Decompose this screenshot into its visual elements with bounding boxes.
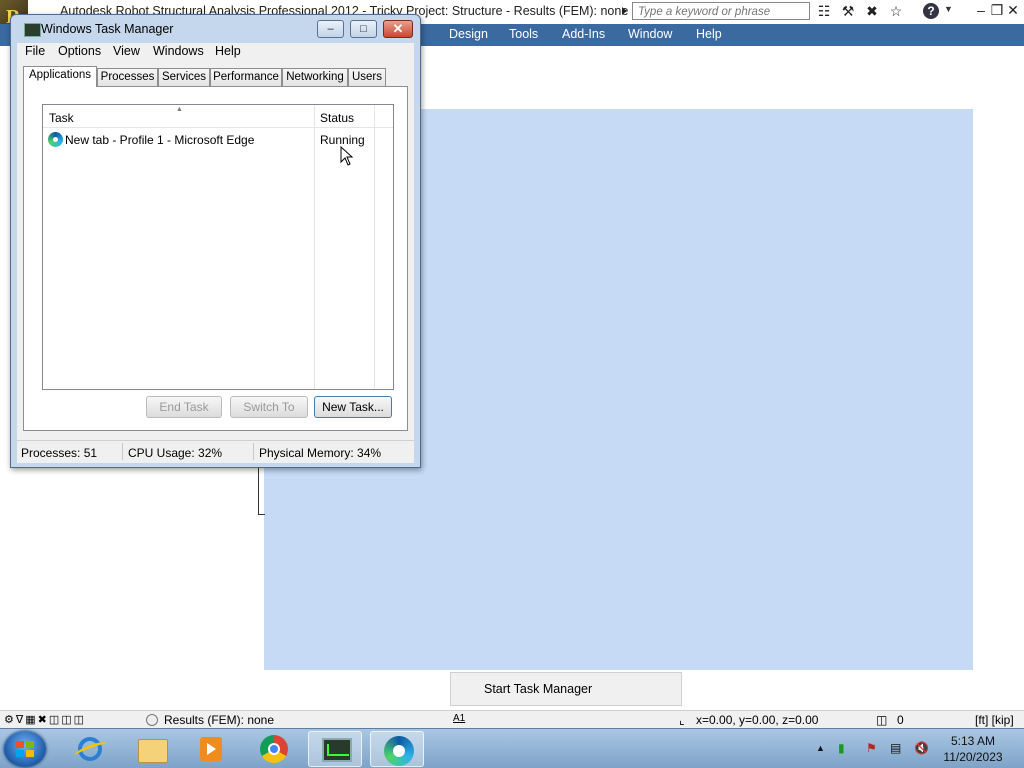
viewport-frame — [258, 466, 265, 515]
internet-explorer-icon — [78, 737, 102, 761]
media-player-icon — [200, 737, 222, 761]
task-manager-title: Windows Task Manager — [41, 22, 174, 36]
task-manager-titlebar[interactable]: Windows Task Manager – □ ✕ — [11, 15, 420, 43]
robot-status-bar: ⚙∇▦✖◫◫◫ Results (FEM): none A1 ⌞ x=0.00,… — [0, 710, 1024, 728]
task-manager-body: File Options View Windows Help Applicati… — [17, 43, 414, 463]
mouse-cursor-icon — [340, 146, 354, 166]
menu-window[interactable]: Window — [628, 27, 672, 41]
taskbar-edge[interactable] — [370, 731, 424, 767]
menu-add-ins[interactable]: Add-Ins — [562, 27, 605, 41]
tm-menu-file[interactable]: File — [25, 44, 45, 58]
status-separator — [122, 443, 123, 460]
star-icon[interactable]: ☆ — [887, 3, 905, 20]
clock[interactable]: 5:13 AM 11/20/2023 — [940, 733, 1006, 765]
tm-minimize-button[interactable]: – — [317, 20, 344, 38]
row-task-name: New tab - Profile 1 - Microsoft Edge — [65, 133, 255, 147]
tab-services[interactable]: Services — [158, 68, 210, 86]
new-task-button[interactable]: New Task... — [314, 396, 392, 418]
menu-help[interactable]: Help — [696, 27, 722, 41]
snap-icon[interactable]: ◫ — [876, 713, 887, 727]
row-status: Running — [320, 133, 365, 147]
minimize-icon[interactable]: – — [974, 2, 988, 18]
switch-to-button[interactable]: Switch To — [230, 396, 308, 418]
zero-value: 0 — [897, 713, 904, 727]
taskbar-task-manager[interactable] — [308, 731, 362, 767]
task-list-header: ▲ Task Status — [43, 105, 393, 128]
clock-time: 5:13 AM — [950, 734, 996, 748]
tm-menu-windows[interactable]: Windows — [153, 44, 204, 58]
search-input[interactable] — [636, 4, 810, 20]
taskbar-media-player[interactable] — [184, 731, 238, 767]
taskbar: ▲ ▮ ⚑ ▤ 🔇 5:13 AM 11/20/2023 — [0, 728, 1024, 768]
taskbar-chrome[interactable] — [246, 731, 300, 767]
tab-networking[interactable]: Networking — [282, 68, 348, 86]
results-radio[interactable] — [146, 714, 158, 726]
tm-menu-bar: File Options View Windows Help — [17, 43, 414, 61]
units-label[interactable]: [ft] [kip] — [975, 713, 1014, 727]
tm-status-bar: Processes: 51 CPU Usage: 32% Physical Me… — [17, 440, 414, 463]
task-manager-icon — [24, 23, 41, 37]
network-activity-icon[interactable]: ▮ — [838, 741, 845, 755]
start-task-manager-item[interactable]: Start Task Manager — [450, 672, 682, 706]
tab-processes[interactable]: Processes — [97, 68, 158, 86]
tm-close-button[interactable]: ✕ — [383, 20, 413, 38]
help-icon[interactable]: ? — [923, 3, 939, 19]
edge-icon — [384, 736, 414, 766]
network-icon[interactable]: ▤ — [890, 741, 901, 755]
action-center-icon[interactable]: ⚑ — [866, 741, 877, 755]
show-hidden-icons-icon[interactable]: ▲ — [816, 743, 825, 753]
clock-date: 11/20/2023 — [943, 750, 1003, 764]
search-expand-icon[interactable] — [622, 7, 627, 15]
column-task[interactable]: Task — [49, 111, 74, 125]
chevron-down-icon[interactable]: ▼ — [944, 4, 953, 14]
taskbar-file-explorer[interactable] — [124, 731, 178, 767]
physical-memory: Physical Memory: 34% — [259, 446, 382, 460]
menu-tools[interactable]: Tools — [509, 27, 538, 41]
end-task-button[interactable]: End Task — [146, 396, 222, 418]
taskbar-internet-explorer[interactable] — [62, 731, 116, 767]
column-status[interactable]: Status — [320, 111, 354, 125]
file-explorer-icon — [138, 739, 168, 763]
chrome-icon — [260, 735, 288, 763]
sort-arrow-icon: ▲ — [176, 106, 183, 113]
restore-icon[interactable]: ❐ — [990, 2, 1004, 19]
edge-icon — [48, 132, 63, 147]
satellite-icon[interactable]: ✖ — [863, 3, 881, 20]
cpu-usage: CPU Usage: 32% — [128, 446, 223, 460]
view-tools-icons[interactable]: ⚙∇▦✖◫◫◫ — [4, 713, 86, 726]
start-button[interactable] — [4, 731, 46, 767]
processes-count: Processes: 51 — [21, 446, 98, 460]
menu-design[interactable]: Design — [449, 27, 488, 41]
coords-icon: ⌞ — [679, 713, 685, 727]
start-task-manager-label: Start Task Manager — [484, 682, 593, 696]
tm-menu-options[interactable]: Options — [58, 44, 101, 58]
close-icon[interactable]: ✕ — [1006, 2, 1020, 19]
tab-performance[interactable]: Performance — [210, 68, 282, 86]
tm-tabs: Applications Processes Services Performa… — [23, 66, 408, 87]
applications-panel: ▲ Task Status New tab - Profile 1 - Micr… — [23, 86, 408, 431]
sheet-label[interactable]: A1 — [453, 713, 465, 724]
volume-muted-icon[interactable]: 🔇 — [914, 741, 929, 755]
status-separator — [253, 443, 254, 460]
wrench-icon[interactable]: ⚒ — [839, 3, 857, 20]
task-manager-icon — [322, 738, 352, 762]
tab-applications[interactable]: Applications — [23, 66, 97, 87]
tm-maximize-button[interactable]: □ — [350, 20, 377, 38]
tab-users[interactable]: Users — [348, 68, 386, 86]
results-status: Results (FEM): none — [164, 713, 275, 727]
task-manager-window: Windows Task Manager – □ ✕ File Options … — [10, 14, 421, 468]
search-box[interactable] — [632, 2, 810, 20]
coords-readout: x=0.00, y=0.00, z=0.00 — [696, 713, 819, 727]
binoculars-icon[interactable]: ☷ — [815, 3, 833, 20]
tm-menu-view[interactable]: View — [113, 44, 140, 58]
tm-menu-help[interactable]: Help — [215, 44, 241, 58]
